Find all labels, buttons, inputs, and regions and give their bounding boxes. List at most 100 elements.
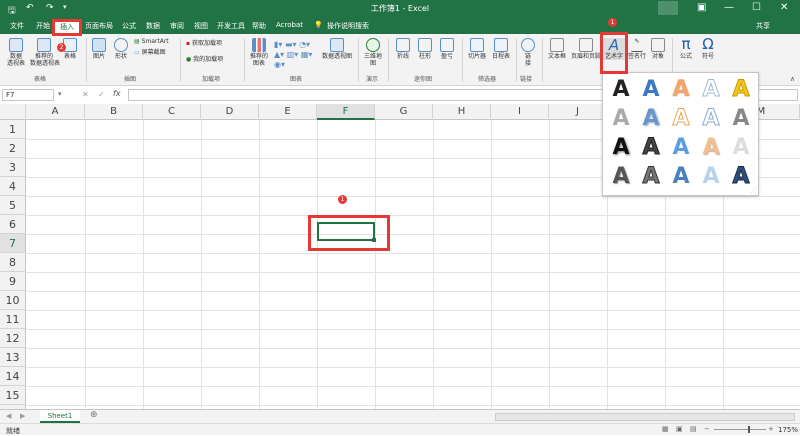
tab-acrobat[interactable]: Acrobat [276,21,303,29]
wordart-style[interactable]: A [608,106,634,132]
signature-line-button[interactable]: ✎ 签名行 [627,38,647,60]
page-break-view-icon[interactable]: ▤ [690,425,697,433]
page-layout-view-icon[interactable]: ▣ [676,425,683,433]
wordart-style[interactable]: A [608,164,634,190]
column-header[interactable]: A [26,104,85,120]
column-header[interactable]: B [85,104,143,120]
column-header[interactable]: D [201,104,259,120]
row-header-selected[interactable]: 7 [0,234,26,253]
tab-developer[interactable]: 开发工具 [217,21,245,31]
wordart-style[interactable]: A [698,164,724,190]
tab-formulas[interactable]: 公式 [122,21,136,31]
close-icon[interactable]: ✕ [780,2,788,13]
tab-file[interactable]: 文件 [10,21,24,31]
shapes-button[interactable]: 形状 [112,38,130,60]
wordart-style[interactable]: A [608,135,634,161]
chart-type-icons[interactable]: ▮▾ ▬▾ ◔▾ ▲▾ ▥▾ ▦▾ ◉▾ [274,40,318,70]
row-header[interactable]: 15 [0,386,26,405]
wordart-style[interactable]: A [608,77,634,103]
row-header[interactable]: 10 [0,291,26,310]
row-header[interactable]: 8 [0,253,26,272]
column-header[interactable]: I [491,104,549,120]
zoom-slider[interactable] [714,429,766,430]
tab-page-layout[interactable]: 页面布局 [85,21,113,31]
column-header[interactable]: C [143,104,201,120]
row-header[interactable]: 6 [0,215,26,234]
column-header[interactable]: G [375,104,433,120]
slicer-button[interactable]: 切片器 [466,38,488,60]
wordart-style[interactable]: A [668,106,694,132]
my-addins-button[interactable]: ● 我的加载项 [186,56,223,63]
wordart-style[interactable]: A [698,135,724,161]
tab-view[interactable]: 视图 [194,21,208,31]
wordart-style[interactable]: A [668,77,694,103]
column-header-selected[interactable]: F [317,104,375,120]
row-header[interactable]: 3 [0,158,26,177]
timeline-button[interactable]: 日程表 [490,38,512,60]
screenshot-button[interactable]: ▭ 屏幕截图 [134,49,166,56]
textbox-button[interactable]: 文本框 [546,38,568,60]
collapse-ribbon-icon[interactable]: ∧ [790,75,795,83]
row-header[interactable]: 9 [0,272,26,291]
ribbon-display-icon[interactable]: ▣ [697,2,706,13]
sparkline-winloss-button[interactable]: 盈亏 [438,38,456,60]
row-header[interactable]: 12 [0,329,26,348]
resize-grip-icon[interactable]: ⋰ [750,187,756,194]
row-header[interactable]: 13 [0,348,26,367]
column-header[interactable]: E [259,104,317,120]
header-footer-button[interactable]: 页眉和页脚 [570,38,602,60]
3d-map-button[interactable]: 三维地 图 [362,38,384,67]
row-header[interactable]: 1 [0,120,26,139]
wordart-style[interactable]: A [638,106,664,132]
add-sheet-icon[interactable]: ⊕ [90,410,98,420]
wordart-style[interactable]: A [698,106,724,132]
horizontal-scrollbar[interactable] [495,413,795,421]
recommended-pivot-button[interactable]: 推荐的 数据透视表 [30,38,60,67]
share-button[interactable]: 共享 [756,21,770,31]
object-button[interactable]: 对象 [649,38,667,60]
equation-button[interactable]: π 公式 [677,36,695,61]
tab-data[interactable]: 数据 [146,21,160,31]
wordart-style[interactable]: A [668,164,694,190]
wordart-style[interactable]: A [728,135,754,161]
wordart-style[interactable]: A [638,135,664,161]
pictures-button[interactable]: 图片 [90,38,108,60]
tab-help[interactable]: 帮助 [252,21,266,31]
symbol-button[interactable]: Ω 符号 [699,36,717,61]
get-addins-button[interactable]: ▪ 获取加载项 [186,40,222,47]
tab-review[interactable]: 审阅 [170,21,184,31]
next-sheet-icon[interactable]: ▶ [20,412,25,420]
column-header[interactable]: J [549,104,607,120]
pivot-table-button[interactable]: 数据 透视表 [4,38,28,67]
insert-function-icon[interactable]: fx [113,89,121,98]
minimize-icon[interactable]: — [724,2,734,13]
cancel-icon[interactable]: ✕ [82,90,89,99]
wordart-style[interactable]: A [728,77,754,103]
sheet-tab[interactable]: Sheet1 [40,410,80,423]
tell-me-search[interactable]: 操作说明搜索 [327,21,369,31]
sparkline-line-button[interactable]: 折线 [394,38,412,60]
select-all-corner[interactable] [0,104,26,120]
wordart-style[interactable]: A [638,164,664,190]
column-header[interactable]: H [433,104,491,120]
enter-icon[interactable]: ✓ [98,90,105,99]
zoom-in-icon[interactable]: + [768,425,774,433]
tab-home[interactable]: 开始 [36,21,50,31]
maximize-icon[interactable]: ☐ [752,2,761,13]
wordart-style[interactable]: A [698,77,724,103]
recommended-charts-button[interactable]: 推荐的 图表 [248,38,270,67]
sparkline-column-button[interactable]: 柱形 [416,38,434,60]
wordart-style[interactable]: A [638,77,664,103]
zoom-out-icon[interactable]: − [704,425,710,433]
zoom-slider-thumb[interactable] [748,426,750,433]
pivot-chart-button[interactable]: 数据透视图 [320,38,354,60]
wordart-style[interactable]: A [728,106,754,132]
normal-view-icon[interactable]: ▦ [662,425,669,433]
wordart-style[interactable]: A [668,135,694,161]
name-box[interactable]: F7 [2,89,54,101]
row-header[interactable]: 11 [0,310,26,329]
zoom-level[interactable]: 175% [778,426,798,434]
row-header[interactable]: 4 [0,177,26,196]
row-header[interactable]: 5 [0,196,26,215]
link-button[interactable]: 链 接 [520,38,536,67]
